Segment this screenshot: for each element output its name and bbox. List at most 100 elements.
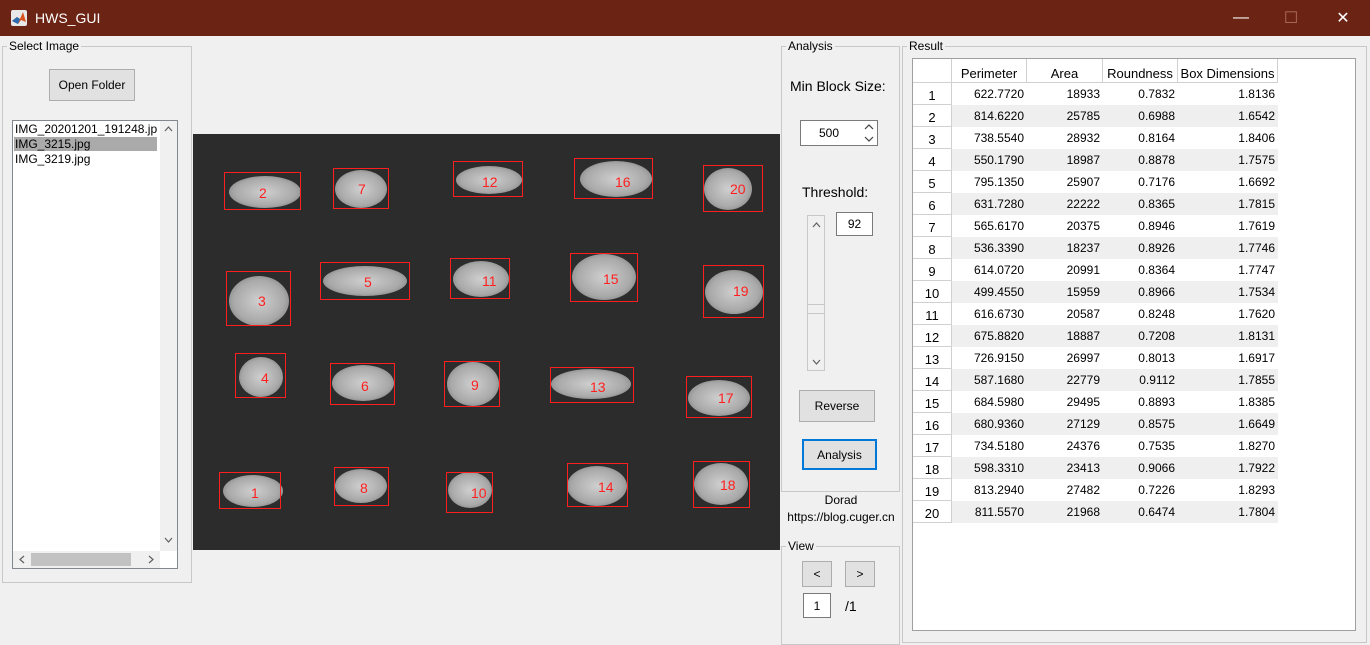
- table-cell[interactable]: 813.2940: [952, 479, 1027, 501]
- col-header-perimeter[interactable]: Perimeter: [952, 59, 1027, 83]
- table-cell[interactable]: 0.8893: [1103, 391, 1178, 413]
- table-cell[interactable]: 814.6220: [952, 105, 1027, 127]
- row-header[interactable]: 7: [913, 215, 952, 237]
- table-cell[interactable]: 28932: [1027, 127, 1103, 149]
- table-cell[interactable]: 27482: [1027, 479, 1103, 501]
- table-cell[interactable]: 726.9150: [952, 347, 1027, 369]
- row-header[interactable]: 10: [913, 281, 952, 303]
- threshold-slider[interactable]: [807, 215, 825, 371]
- table-cell[interactable]: 1.7620: [1178, 303, 1278, 325]
- table-cell[interactable]: 1.8270: [1178, 435, 1278, 457]
- col-header-area[interactable]: Area: [1027, 59, 1103, 83]
- row-header[interactable]: 4: [913, 149, 952, 171]
- table-cell[interactable]: 734.5180: [952, 435, 1027, 457]
- list-item[interactable]: IMG_20201201_191248.jpg: [14, 122, 157, 136]
- table-cell[interactable]: 18237: [1027, 237, 1103, 259]
- minimize-button[interactable]: —: [1218, 0, 1264, 36]
- table-cell[interactable]: 1.6649: [1178, 413, 1278, 435]
- table-cell[interactable]: 684.5980: [952, 391, 1027, 413]
- table-cell[interactable]: 1.8136: [1178, 83, 1278, 105]
- table-cell[interactable]: 0.9112: [1103, 369, 1178, 391]
- table-cell[interactable]: 22779: [1027, 369, 1103, 391]
- table-cell[interactable]: 0.7226: [1103, 479, 1178, 501]
- table-cell[interactable]: 811.5570: [952, 501, 1027, 523]
- table-cell[interactable]: 0.8878: [1103, 149, 1178, 171]
- col-header-box-dimensions[interactable]: Box Dimensions: [1178, 59, 1278, 83]
- table-cell[interactable]: 25907: [1027, 171, 1103, 193]
- table-cell[interactable]: 1.7747: [1178, 259, 1278, 281]
- table-cell[interactable]: 680.9360: [952, 413, 1027, 435]
- table-cell[interactable]: 0.7176: [1103, 171, 1178, 193]
- table-cell[interactable]: 0.6474: [1103, 501, 1178, 523]
- table-cell[interactable]: 0.8248: [1103, 303, 1178, 325]
- row-header[interactable]: 6: [913, 193, 952, 215]
- table-cell[interactable]: 20375: [1027, 215, 1103, 237]
- table-row[interactable]: 11 616.6730 20587 0.8248 1.7620: [913, 303, 1278, 325]
- table-cell[interactable]: 1.7575: [1178, 149, 1278, 171]
- table-cell[interactable]: 1.8406: [1178, 127, 1278, 149]
- table-cell[interactable]: 616.6730: [952, 303, 1027, 325]
- table-row[interactable]: 12 675.8820 18887 0.7208 1.8131: [913, 325, 1278, 347]
- result-table[interactable]: Perimeter Area Roundness Box Dimensions …: [912, 58, 1356, 631]
- row-header[interactable]: 16: [913, 413, 952, 435]
- table-cell[interactable]: 738.5540: [952, 127, 1027, 149]
- open-folder-button[interactable]: Open Folder: [49, 69, 135, 101]
- table-cell[interactable]: 15959: [1027, 281, 1103, 303]
- table-cell[interactable]: 26997: [1027, 347, 1103, 369]
- table-row[interactable]: 7 565.6170 20375 0.8946 1.7619: [913, 215, 1278, 237]
- table-cell[interactable]: 0.8164: [1103, 127, 1178, 149]
- row-header[interactable]: 15: [913, 391, 952, 413]
- col-header-roundness[interactable]: Roundness: [1103, 59, 1178, 83]
- table-cell[interactable]: 0.8365: [1103, 193, 1178, 215]
- table-cell[interactable]: 536.3390: [952, 237, 1027, 259]
- table-cell[interactable]: 0.8575: [1103, 413, 1178, 435]
- row-header[interactable]: 19: [913, 479, 952, 501]
- table-cell[interactable]: 24376: [1027, 435, 1103, 457]
- row-header[interactable]: 18: [913, 457, 952, 479]
- file-list[interactable]: IMG_20201201_191248.jpg IMG_3215.jpg IMG…: [12, 120, 178, 569]
- table-cell[interactable]: 622.7720: [952, 83, 1027, 105]
- table-row[interactable]: 9 614.0720 20991 0.8364 1.7747: [913, 259, 1278, 281]
- table-cell[interactable]: 1.6917: [1178, 347, 1278, 369]
- table-cell[interactable]: 0.7535: [1103, 435, 1178, 457]
- table-cell[interactable]: 550.1790: [952, 149, 1027, 171]
- table-cell[interactable]: 0.7208: [1103, 325, 1178, 347]
- table-row[interactable]: 19 813.2940 27482 0.7226 1.8293: [913, 479, 1278, 501]
- prev-button[interactable]: <: [802, 561, 832, 587]
- table-cell[interactable]: 22222: [1027, 193, 1103, 215]
- table-row[interactable]: 13 726.9150 26997 0.8013 1.6917: [913, 347, 1278, 369]
- table-cell[interactable]: 20587: [1027, 303, 1103, 325]
- row-header[interactable]: 5: [913, 171, 952, 193]
- table-cell[interactable]: 614.0720: [952, 259, 1027, 281]
- table-cell[interactable]: 1.7804: [1178, 501, 1278, 523]
- table-cell[interactable]: 21968: [1027, 501, 1103, 523]
- slider-track-upper[interactable]: [808, 231, 824, 305]
- table-cell[interactable]: 23413: [1027, 457, 1103, 479]
- table-cell[interactable]: 1.7534: [1178, 281, 1278, 303]
- table-cell[interactable]: 795.1350: [952, 171, 1027, 193]
- table-cell[interactable]: 0.6988: [1103, 105, 1178, 127]
- analysis-button[interactable]: Analysis: [802, 439, 877, 470]
- table-row[interactable]: 5 795.1350 25907 0.7176 1.6692: [913, 171, 1278, 193]
- table-cell[interactable]: 1.8293: [1178, 479, 1278, 501]
- min-block-spinner[interactable]: 500: [800, 120, 878, 146]
- table-cell[interactable]: 1.7922: [1178, 457, 1278, 479]
- table-row[interactable]: 6 631.7280 22222 0.8365 1.7815: [913, 193, 1278, 215]
- maximize-button[interactable]: ☐: [1268, 0, 1314, 36]
- table-cell[interactable]: 0.8946: [1103, 215, 1178, 237]
- row-header[interactable]: 8: [913, 237, 952, 259]
- table-cell[interactable]: 675.8820: [952, 325, 1027, 347]
- table-cell[interactable]: 565.6170: [952, 215, 1027, 237]
- row-header[interactable]: 2: [913, 105, 952, 127]
- table-cell[interactable]: 18987: [1027, 149, 1103, 171]
- table-row[interactable]: 3 738.5540 28932 0.8164 1.8406: [913, 127, 1278, 149]
- close-button[interactable]: ✕: [1320, 0, 1366, 36]
- row-header[interactable]: 12: [913, 325, 952, 347]
- table-cell[interactable]: 587.1680: [952, 369, 1027, 391]
- table-cell[interactable]: 631.7280: [952, 193, 1027, 215]
- file-list-vscrollbar[interactable]: [160, 121, 177, 551]
- table-cell[interactable]: 1.6542: [1178, 105, 1278, 127]
- table-cell[interactable]: 25785: [1027, 105, 1103, 127]
- table-row[interactable]: 2 814.6220 25785 0.6988 1.6542: [913, 105, 1278, 127]
- list-item[interactable]: IMG_3219.jpg: [14, 152, 157, 166]
